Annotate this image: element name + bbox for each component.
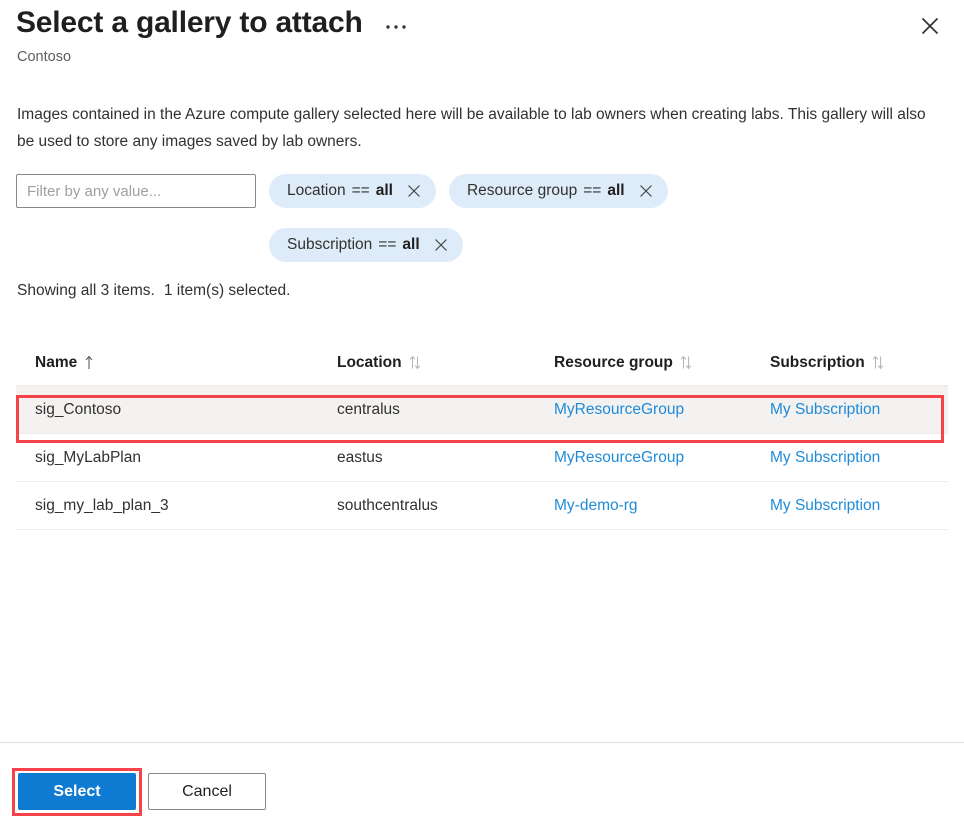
column-header-subscription[interactable]: Subscription: [770, 354, 964, 372]
filter-chip-resource-group[interactable]: Resource group == all: [449, 174, 668, 208]
chip-field-label: Resource group: [467, 182, 577, 200]
column-header-resource-group[interactable]: Resource group: [554, 354, 770, 372]
chip-remove-icon[interactable]: [638, 183, 654, 199]
column-header-name[interactable]: Name: [35, 354, 337, 372]
ellipsis-icon[interactable]: [381, 12, 411, 42]
chip-operator: ==: [352, 182, 370, 200]
selected-count: 1 item(s) selected.: [164, 282, 291, 299]
cell-subscription-link[interactable]: My Subscription: [770, 449, 880, 466]
chip-field-label: Subscription: [287, 236, 372, 254]
dialog-description: Images contained in the Azure compute ga…: [17, 101, 947, 155]
cell-location: eastus: [337, 449, 554, 467]
title-row: Select a gallery to attach: [16, 2, 411, 44]
chip-value: all: [376, 182, 393, 200]
page-title: Select a gallery to attach: [16, 2, 363, 44]
cell-location: centralus: [337, 401, 554, 419]
column-header-label: Resource group: [554, 354, 673, 372]
sort-toggle-icon: [872, 355, 884, 370]
dialog-header: Select a gallery to attach Contoso: [0, 0, 964, 80]
sort-ascending-icon: [84, 355, 94, 370]
cell-resource-group-link[interactable]: MyResourceGroup: [554, 449, 684, 466]
sort-toggle-icon: [680, 355, 692, 370]
column-header-label: Name: [35, 354, 77, 372]
breadcrumb: Contoso: [17, 47, 71, 67]
table-row[interactable]: sig_MyLabPlan eastus MyResourceGroup My …: [16, 434, 948, 482]
table-row[interactable]: sig_Contoso centralus MyResourceGroup My…: [16, 386, 948, 434]
filter-chip-location[interactable]: Location == all: [269, 174, 436, 208]
cell-location: southcentralus: [337, 497, 554, 515]
cell-name: sig_Contoso: [35, 401, 337, 419]
chip-value: all: [607, 182, 624, 200]
table-header-row: Name Location Resource group: [16, 340, 948, 386]
chip-value: all: [402, 236, 419, 254]
close-icon: [920, 16, 940, 36]
cell-name: sig_my_lab_plan_3: [35, 497, 337, 515]
sort-toggle-icon: [409, 355, 421, 370]
cell-resource-group-link[interactable]: My-demo-rg: [554, 497, 638, 514]
cell-subscription-link[interactable]: My Subscription: [770, 401, 880, 418]
column-header-label: Subscription: [770, 354, 865, 372]
table-row[interactable]: sig_my_lab_plan_3 southcentralus My-demo…: [16, 482, 948, 530]
cell-name: sig_MyLabPlan: [35, 449, 337, 467]
filter-area: Location == all Resource group == all: [16, 174, 948, 262]
cell-subscription-link[interactable]: My Subscription: [770, 497, 880, 514]
showing-count: Showing all 3 items.: [17, 282, 155, 299]
filter-row: Location == all Resource group == all: [16, 174, 948, 262]
close-button[interactable]: [912, 8, 948, 44]
chip-remove-icon[interactable]: [406, 183, 422, 199]
cell-resource-group-link[interactable]: MyResourceGroup: [554, 401, 684, 418]
chip-remove-icon[interactable]: [433, 237, 449, 253]
chip-operator: ==: [378, 236, 396, 254]
column-header-label: Location: [337, 354, 402, 372]
select-button[interactable]: Select: [18, 773, 136, 810]
chip-field-label: Location: [287, 182, 346, 200]
status-line: Showing all 3 items. 1 item(s) selected.: [17, 282, 290, 300]
column-header-location[interactable]: Location: [337, 354, 554, 372]
chip-operator: ==: [583, 182, 601, 200]
filter-chip-subscription[interactable]: Subscription == all: [269, 228, 463, 262]
search-input[interactable]: [16, 174, 256, 208]
gallery-table: Name Location Resource group: [16, 340, 948, 530]
footer-divider: [0, 742, 964, 743]
cancel-button[interactable]: Cancel: [148, 773, 266, 810]
dialog-footer: Select Cancel: [18, 773, 266, 810]
